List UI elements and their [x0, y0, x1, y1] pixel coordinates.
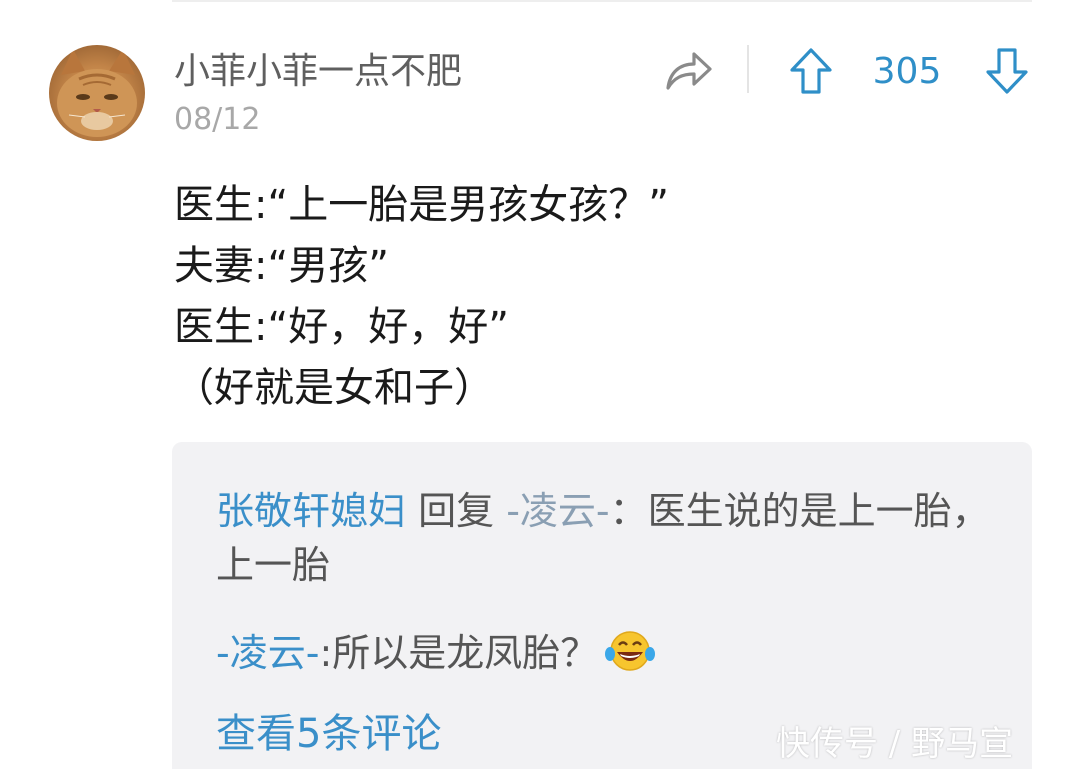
top-divider	[172, 0, 1032, 2]
reply-separator: :	[319, 631, 333, 675]
post-date: 08/12	[174, 102, 261, 137]
reply-verb: 回复	[418, 489, 495, 533]
comment-page: 小菲小菲一点不肥 08/12 305 医生:“上一胎是男孩女孩？” 夫妻:“男孩…	[0, 0, 1080, 769]
comment-line: 夫妻:“男孩”	[174, 243, 389, 289]
comment-line: 医生:“好，好，好”	[174, 304, 509, 350]
cat-avatar-image	[57, 49, 137, 137]
comment-line: （好就是女和子）	[174, 365, 494, 411]
vote-count: 305	[872, 51, 942, 92]
reply-target[interactable]: -凌云-	[506, 489, 609, 533]
reply-item[interactable]: -凌云-:所以是龙凤胎？	[216, 626, 996, 680]
upvote-button[interactable]	[788, 46, 834, 96]
comment-line: 医生:“上一胎是男孩女孩？”	[174, 182, 669, 228]
share-button[interactable]	[664, 48, 714, 94]
reply-author[interactable]: -凌云-	[216, 631, 319, 675]
action-divider	[747, 45, 749, 93]
share-arrow-icon	[666, 52, 712, 90]
laughing-tears-emoji-icon	[605, 631, 656, 671]
view-more-comments-link[interactable]: 查看5条评论	[216, 706, 441, 762]
avatar[interactable]	[49, 45, 145, 141]
arrow-up-icon	[790, 48, 832, 94]
username[interactable]: 小菲小菲一点不肥	[174, 48, 462, 96]
reply-item[interactable]: 张敬轩媳妇 回复 -凌云-：医生说的是上一胎，上一胎	[216, 484, 996, 592]
reply-separator: ：	[609, 489, 648, 533]
arrow-down-icon	[986, 48, 1028, 94]
watermark: 快传号 / 野马宣	[776, 724, 1014, 764]
downvote-button[interactable]	[984, 46, 1030, 96]
reply-author[interactable]: 张敬轩媳妇	[216, 489, 406, 533]
reply-content: 所以是龙凤胎？	[332, 631, 599, 675]
comment-body: 医生:“上一胎是男孩女孩？” 夫妻:“男孩” 医生:“好，好，好” （好就是女和…	[174, 175, 1014, 419]
